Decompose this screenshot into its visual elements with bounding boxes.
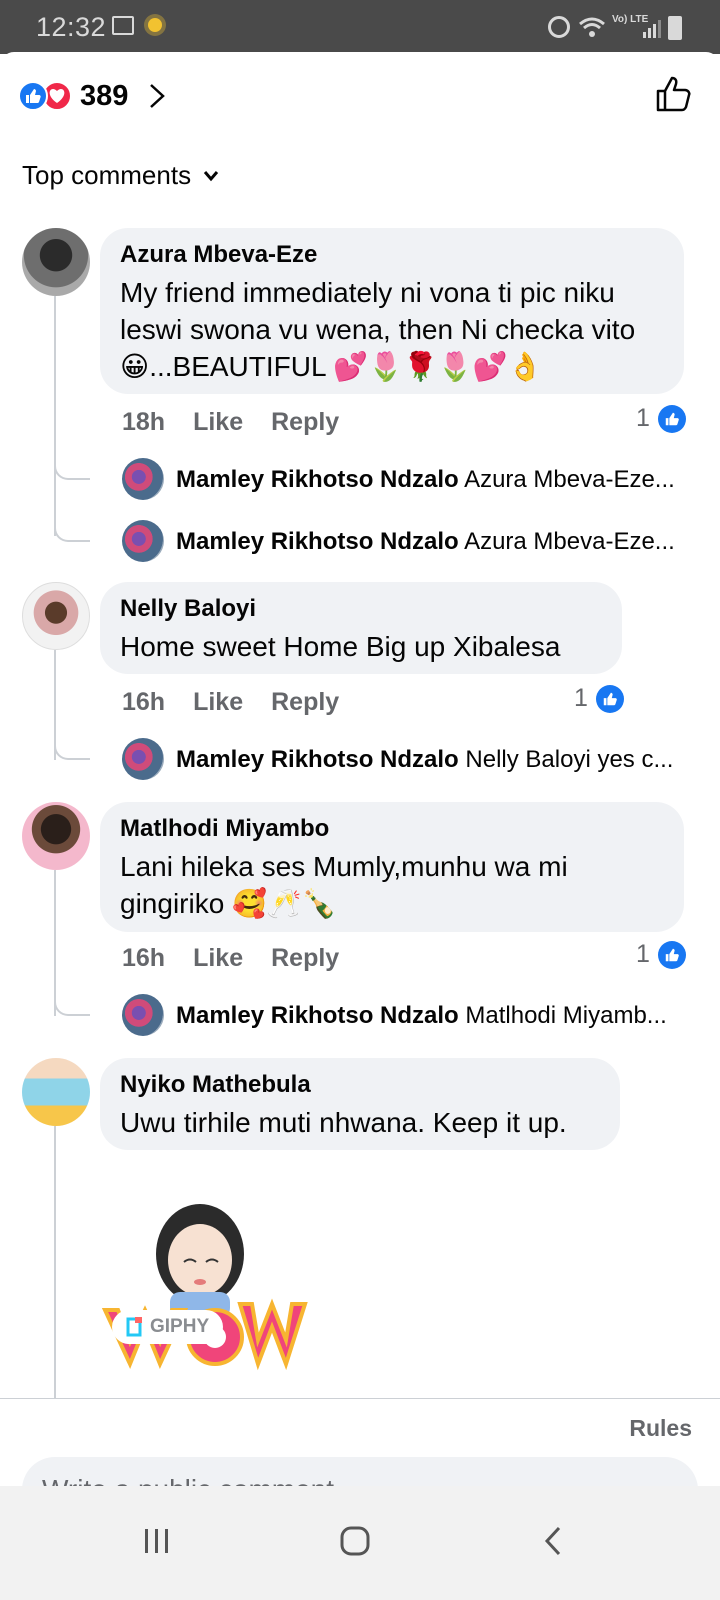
- reply-button[interactable]: Reply: [271, 408, 339, 437]
- thread-elbow: [54, 518, 90, 542]
- comment-bubble[interactable]: Matlhodi Miyambo Lani hileka ses Mumly,m…: [100, 802, 684, 932]
- comment-time: 16h: [122, 688, 166, 716]
- reaction-count: 389: [80, 79, 129, 112]
- comment-actions: 16h Like Reply: [122, 944, 339, 973]
- comment-actions: 18h Like Reply: [122, 408, 339, 437]
- comment-bubble[interactable]: Nelly Baloyi Home sweet Home Big up Xiba…: [100, 582, 622, 674]
- alarm-icon: [548, 16, 570, 38]
- gallery-icon: [112, 16, 134, 35]
- avatar[interactable]: [22, 582, 90, 650]
- like-button[interactable]: Like: [193, 408, 243, 437]
- thread-elbow: [54, 736, 90, 760]
- like-post-icon[interactable]: [654, 74, 694, 114]
- comment-actions: 16h Like Reply: [122, 688, 339, 717]
- comment-text: Uwu tirhile muti nhwana. Keep it up.: [120, 1107, 567, 1138]
- sort-label: Top comments: [22, 160, 192, 190]
- wifi-icon: [579, 17, 605, 37]
- like-reaction-icon: [18, 81, 48, 111]
- status-time: 12:32: [36, 12, 107, 42]
- comments-sheet: 389 Top comments Azura Mbeva-Eze My frie…: [0, 52, 720, 1600]
- comment-bubble[interactable]: Nyiko Mathebula Uwu tirhile muti nhwana.…: [100, 1058, 620, 1150]
- thread-elbow: [54, 992, 90, 1016]
- thread-line: [54, 296, 56, 536]
- chevron-down-icon: [203, 170, 219, 181]
- status-bar: 12:32 Vo) LTE: [0, 0, 720, 54]
- back-icon[interactable]: [528, 1516, 578, 1566]
- comment-text: Lani hileka ses Mumly,munhu wa mi gingir…: [120, 851, 568, 919]
- comment-author[interactable]: Matlhodi Miyambo: [120, 814, 664, 844]
- recents-icon[interactable]: [132, 1516, 182, 1566]
- like-icon: [657, 404, 686, 433]
- reply-preview[interactable]: Mamley Rikhotso Ndzalo Matlhodi Miyamb..…: [176, 1002, 686, 1030]
- signal-icon: [643, 20, 661, 38]
- reply-button[interactable]: Reply: [271, 944, 339, 973]
- comment-sort-dropdown[interactable]: Top comments: [22, 160, 219, 191]
- sun-icon: [148, 18, 162, 32]
- avatar[interactable]: [122, 994, 164, 1036]
- like-icon: [595, 684, 624, 713]
- system-nav-bar: [0, 1486, 720, 1600]
- thread-elbow: [54, 456, 90, 480]
- comment-author[interactable]: Azura Mbeva-Eze: [120, 240, 664, 270]
- avatar[interactable]: [22, 802, 90, 870]
- comment-author[interactable]: Nelly Baloyi: [120, 594, 602, 624]
- like-button[interactable]: Like: [193, 944, 243, 973]
- like-button[interactable]: Like: [193, 688, 243, 717]
- rules-link[interactable]: Rules: [629, 1415, 692, 1442]
- home-icon[interactable]: [330, 1516, 380, 1566]
- avatar[interactable]: [122, 520, 164, 562]
- giphy-badge: GIPHY: [112, 1310, 224, 1344]
- chevron-right-icon: [150, 84, 166, 108]
- battery-icon: [668, 16, 682, 40]
- avatar[interactable]: [22, 1058, 90, 1126]
- thread-line: [54, 1126, 56, 1398]
- like-icon: [657, 940, 686, 969]
- comment-time: 16h: [122, 944, 166, 972]
- comment-bubble[interactable]: Azura Mbeva-Eze My friend immediately ni…: [100, 228, 684, 394]
- comment-text: Home sweet Home Big up Xibalesa: [120, 631, 561, 662]
- reply-preview[interactable]: Mamley Rikhotso Ndzalo Nelly Baloyi yes …: [176, 746, 686, 774]
- reactions-summary[interactable]: 389: [18, 76, 166, 116]
- avatar[interactable]: [122, 458, 164, 500]
- comment-like-count[interactable]: 1: [574, 684, 624, 713]
- comment-author[interactable]: Nyiko Mathebula: [120, 1070, 600, 1100]
- avatar[interactable]: [122, 738, 164, 780]
- comment-like-count[interactable]: 1: [636, 404, 686, 433]
- reply-preview[interactable]: Mamley Rikhotso Ndzalo Azura Mbeva-Eze..…: [176, 466, 686, 494]
- comment-like-count[interactable]: 1: [636, 940, 686, 969]
- comment-text: My friend immediately ni vona ti pic nik…: [120, 277, 636, 382]
- avatar[interactable]: [22, 228, 90, 296]
- reply-button[interactable]: Reply: [271, 688, 339, 717]
- comment-time: 18h: [122, 408, 166, 436]
- giphy-logo-icon: [126, 1317, 142, 1337]
- wow-sticker-gif[interactable]: [100, 1192, 310, 1372]
- reply-preview[interactable]: Mamley Rikhotso Ndzalo Azura Mbeva-Eze..…: [176, 528, 686, 556]
